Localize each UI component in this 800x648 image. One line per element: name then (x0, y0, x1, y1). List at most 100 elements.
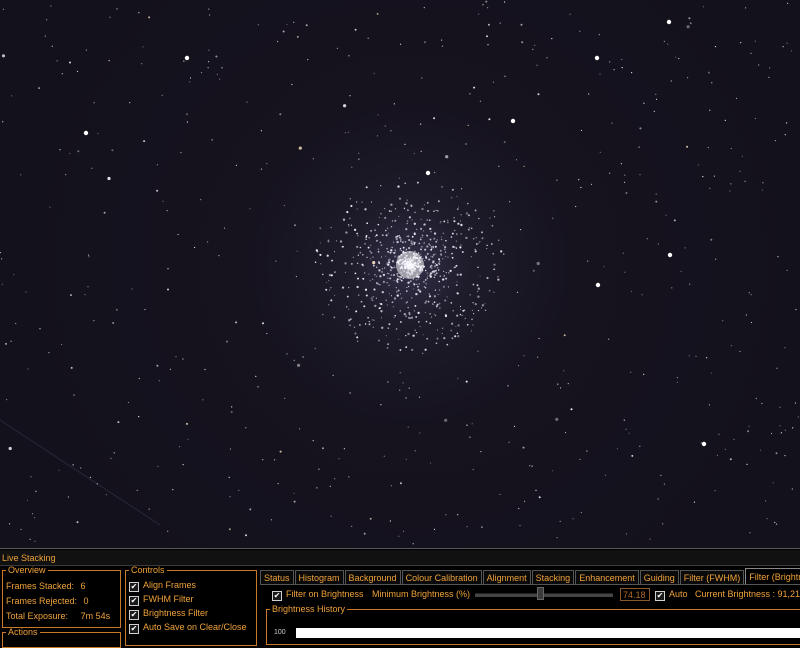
star (746, 463, 748, 465)
star (779, 406, 781, 408)
min-brightness-slider-thumb[interactable] (537, 587, 544, 600)
tab-background[interactable]: Background (344, 570, 401, 585)
star (2, 121, 4, 123)
star (27, 368, 29, 370)
star (167, 530, 169, 532)
star (492, 268, 495, 271)
auto-save-checkbox[interactable]: ✔ Auto Save on Clear/Close (129, 622, 247, 634)
star (408, 313, 411, 316)
star (373, 288, 376, 291)
tab-filter-fwhm[interactable]: Filter (FWHM) (679, 570, 745, 585)
tab-stacking[interactable]: Stacking (531, 570, 575, 585)
star (178, 446, 181, 448)
star (426, 337, 429, 340)
star (389, 520, 391, 522)
star (314, 347, 316, 350)
checkbox-checked-icon[interactable]: ✔ (272, 591, 282, 601)
star (393, 297, 397, 300)
brightness-filter-checkbox[interactable]: ✔ Brightness Filter (129, 608, 208, 620)
checkbox-checked-icon[interactable]: ✔ (129, 610, 139, 620)
star (476, 290, 479, 293)
min-brightness-slider-track[interactable] (475, 593, 613, 597)
star (470, 227, 473, 230)
star (406, 209, 409, 212)
star (186, 121, 188, 123)
star (748, 425, 750, 427)
align-frames-checkbox[interactable]: ✔ Align Frames (129, 580, 196, 592)
min-brightness-input[interactable]: 74.18 (620, 588, 650, 601)
star (142, 46, 144, 48)
star (487, 7, 489, 9)
tab-histogram[interactable]: Histogram (294, 570, 344, 585)
star (470, 330, 472, 332)
star (556, 179, 558, 181)
star (368, 237, 371, 239)
tab-guiding[interactable]: Guiding (639, 570, 679, 585)
checkbox-checked-icon[interactable]: ✔ (129, 596, 139, 606)
star (477, 295, 480, 298)
star (437, 210, 439, 212)
star (497, 276, 499, 278)
star (535, 489, 537, 491)
star (655, 93, 657, 95)
star (293, 500, 296, 503)
star (226, 340, 228, 343)
astro-image-viewport[interactable] (0, 0, 800, 548)
star (484, 303, 486, 305)
star (407, 281, 410, 284)
star (371, 319, 374, 321)
star (447, 286, 449, 288)
star (435, 315, 437, 317)
star (407, 246, 411, 250)
checkbox-checked-icon[interactable]: ✔ (129, 582, 139, 592)
star (386, 272, 389, 274)
star (426, 252, 429, 255)
star (594, 55, 600, 61)
star (486, 247, 488, 250)
star (425, 283, 427, 285)
star (697, 164, 700, 166)
checkbox-checked-icon[interactable]: ✔ (655, 591, 665, 601)
tab-status[interactable]: Status (260, 570, 294, 585)
star (357, 294, 360, 297)
star (399, 275, 402, 278)
star (403, 207, 406, 210)
frames-stacked-value: 6 (80, 581, 86, 591)
star (739, 350, 741, 353)
star (590, 183, 593, 185)
star (209, 14, 211, 16)
star (456, 332, 459, 334)
star (6, 399, 8, 401)
star (494, 216, 496, 218)
filter-on-brightness-checkbox[interactable]: ✔ Filter on Brightness (272, 589, 364, 601)
star (330, 286, 332, 289)
star (478, 217, 480, 220)
star (83, 130, 89, 136)
tab-colour-calibration[interactable]: Colour Calibration (401, 570, 482, 585)
star (444, 255, 447, 258)
star (431, 261, 435, 264)
star (456, 233, 458, 235)
star (363, 305, 366, 308)
star (356, 336, 359, 339)
star (348, 225, 350, 227)
star (429, 322, 432, 325)
tab-enhancement[interactable]: Enhancement (575, 570, 639, 585)
checkbox-checked-icon[interactable]: ✔ (129, 624, 139, 634)
tab-filter-brightness[interactable]: Filter (Brightne (745, 568, 800, 585)
star (274, 459, 276, 461)
star (567, 383, 569, 385)
star (498, 165, 500, 167)
star (91, 167, 93, 169)
star (657, 498, 659, 500)
tab-alignment[interactable]: Alignment (482, 570, 531, 585)
star (223, 227, 226, 229)
fwhm-filter-checkbox[interactable]: ✔ FWHM Filter (129, 594, 194, 606)
star (459, 273, 462, 276)
star (438, 269, 440, 271)
star (39, 328, 41, 330)
star (730, 147, 732, 150)
star (689, 22, 692, 25)
star (432, 254, 435, 256)
auto-checkbox[interactable]: ✔ Auto (655, 589, 688, 601)
